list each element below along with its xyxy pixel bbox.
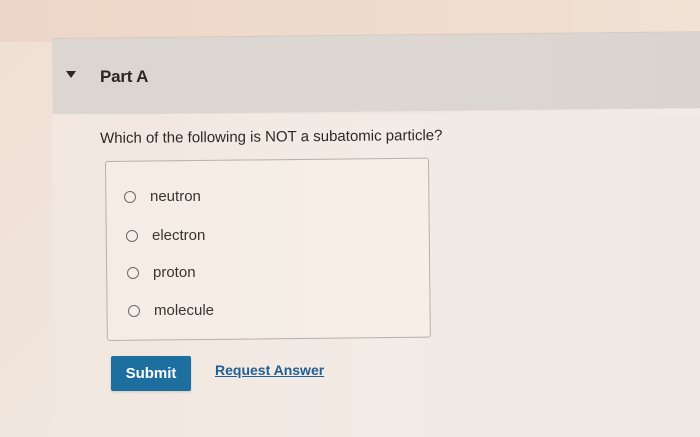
option-electron[interactable]: electron bbox=[126, 227, 205, 244]
part-title: Part A bbox=[100, 67, 149, 86]
caret-down-icon[interactable] bbox=[66, 71, 76, 78]
submit-button[interactable]: Submit bbox=[111, 356, 191, 391]
radio-button[interactable] bbox=[126, 229, 138, 242]
radio-button[interactable] bbox=[128, 304, 140, 317]
option-neutron[interactable]: neutron bbox=[124, 188, 201, 205]
option-label: proton bbox=[153, 264, 196, 281]
part-header[interactable] bbox=[52, 31, 700, 115]
option-label: neutron bbox=[150, 188, 201, 205]
option-label: molecule bbox=[154, 302, 215, 319]
radio-button[interactable] bbox=[127, 266, 139, 279]
radio-button[interactable] bbox=[124, 190, 136, 203]
question-text: Which of the following is NOT a subatomi… bbox=[100, 127, 443, 147]
option-label: electron bbox=[152, 227, 206, 244]
request-answer-link[interactable]: Request Answer bbox=[215, 362, 324, 378]
option-molecule[interactable]: molecule bbox=[128, 302, 214, 319]
option-proton[interactable]: proton bbox=[127, 264, 196, 281]
